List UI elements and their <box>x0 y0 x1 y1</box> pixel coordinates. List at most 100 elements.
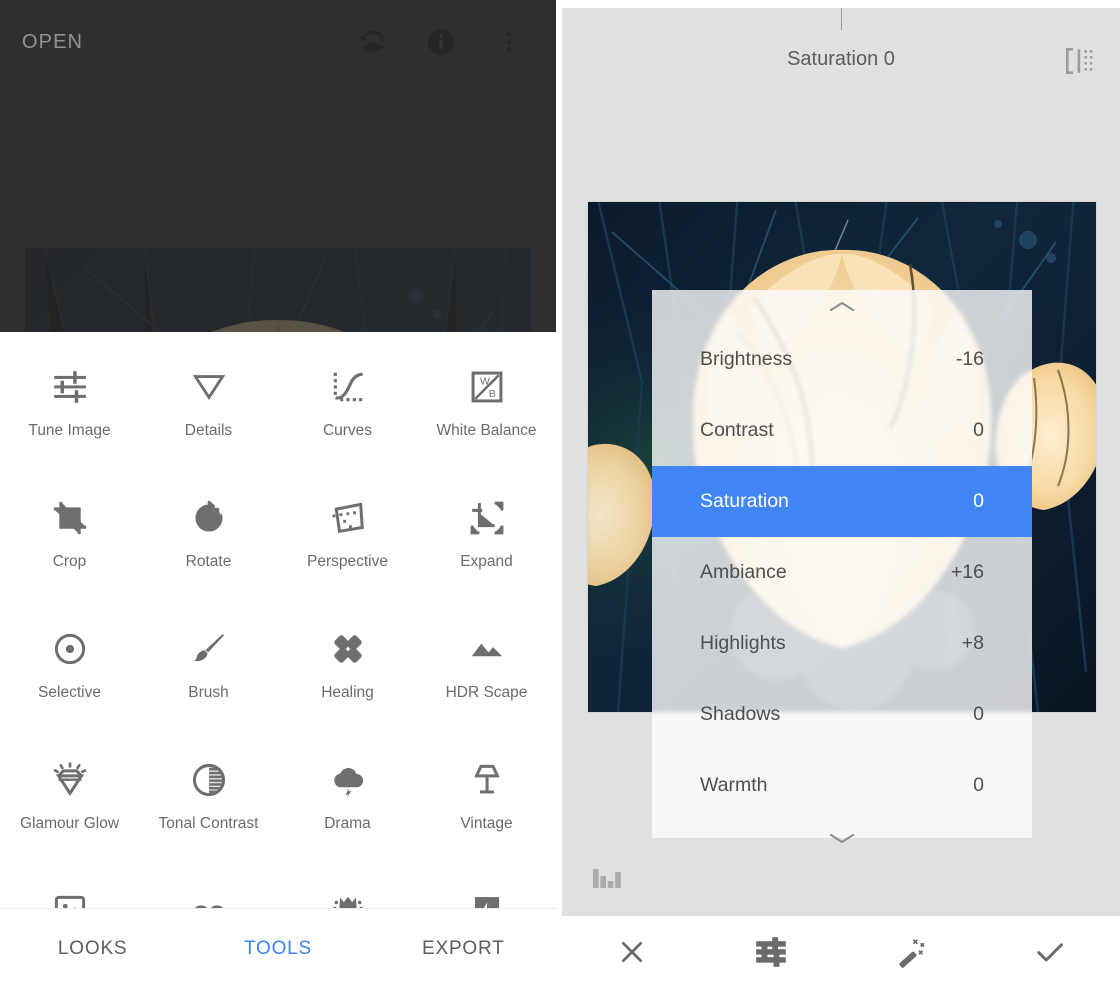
histogram-icon[interactable] <box>592 864 626 892</box>
tool-label: Perspective <box>307 553 388 570</box>
tool-expand[interactable]: Expand <box>417 477 556 608</box>
white-balance-icon: W B <box>468 368 506 414</box>
gem-sparkle-icon <box>51 761 89 807</box>
adjustment-name: Ambiance <box>700 561 787 583</box>
adjust-button[interactable] <box>702 936 842 968</box>
adjustment-name: Warmth <box>700 774 768 796</box>
tool-hdr-scape[interactable]: HDR Scape <box>417 608 556 739</box>
tool-label: Selective <box>38 684 101 701</box>
adjustment-row-contrast[interactable]: Contrast 0 <box>652 395 1032 466</box>
moustache-icon <box>190 892 228 908</box>
adjustment-name: Shadows <box>700 703 781 725</box>
flower-photo-left <box>25 248 531 332</box>
tool-drama[interactable]: Drama <box>278 739 417 870</box>
selective-target-icon <box>51 630 89 676</box>
expand-icon <box>468 499 506 545</box>
left-bottom-nav: LOOKS TOOLS EXPORT <box>0 908 556 988</box>
left-preview-area: OPEN <box>0 0 556 332</box>
sliders-icon <box>755 936 787 968</box>
tool-glamour-glow[interactable]: Glamour Glow <box>0 739 139 870</box>
tool-label: HDR Scape <box>445 684 528 701</box>
tool-vintage[interactable]: Vintage <box>417 739 556 870</box>
svg-text:B: B <box>488 389 495 400</box>
adjustment-row-shadows[interactable]: Shadows 0 <box>652 679 1032 750</box>
healing-bandage-icon <box>329 630 367 676</box>
rotate-icon <box>190 499 228 545</box>
chevron-down-icon[interactable] <box>652 821 1032 855</box>
tool-tune-image[interactable]: Tune Image <box>0 346 139 477</box>
tool-crop[interactable]: Crop <box>0 477 139 608</box>
tool-brush[interactable]: Brush <box>139 608 278 739</box>
checkmark-icon <box>1034 936 1066 968</box>
tab-export[interactable]: EXPORT <box>371 938 556 960</box>
adjustment-row-brightness[interactable]: Brightness -16 <box>652 324 1032 395</box>
info-icon[interactable] <box>424 25 458 59</box>
tool-healing[interactable]: Healing <box>278 608 417 739</box>
tool-label: Rotate <box>185 553 232 570</box>
tool-double-exposure[interactable] <box>417 870 556 908</box>
right-panel-tune-image-screen: Saturation 0 Brightness -16 Contrast 0 S… <box>562 0 1120 988</box>
tool-retrolux[interactable] <box>139 870 278 908</box>
tool-label: Vintage <box>460 815 513 832</box>
adjustments-list: Brightness -16 Contrast 0 Saturation 0 A… <box>652 324 1032 821</box>
cancel-button[interactable] <box>562 937 702 967</box>
adjustment-row-ambiance[interactable]: Ambiance +16 <box>652 537 1032 608</box>
tool-selective[interactable]: Selective <box>0 608 139 739</box>
half-circle-contrast-icon <box>190 761 228 807</box>
tool-label: Curves <box>322 422 373 439</box>
right-bottom-toolbar <box>562 916 1120 988</box>
tools-grid: Tune Image Details Curves W B White Bala… <box>0 332 556 908</box>
adjustment-name: Saturation <box>700 490 789 512</box>
compare-before-after-icon[interactable] <box>1062 46 1096 76</box>
adjustment-name: Highlights <box>700 632 786 654</box>
close-x-icon <box>617 937 647 967</box>
grunge-icon <box>329 892 367 908</box>
tool-details[interactable]: Details <box>139 346 278 477</box>
curve-icon <box>329 368 367 414</box>
tool-grunge[interactable] <box>278 870 417 908</box>
tool-label: Drama <box>324 815 371 832</box>
adjustment-value: -16 <box>955 348 984 370</box>
open-button[interactable]: OPEN <box>22 31 83 54</box>
adjustment-row-saturation[interactable]: Saturation 0 <box>652 466 1032 537</box>
storm-cloud-icon <box>329 761 367 807</box>
tab-tools[interactable]: TOOLS <box>185 938 370 960</box>
snapseed-screenshot: OPEN Tune Image Details Curves W B White… <box>0 0 1120 988</box>
adjustments-menu[interactable]: Brightness -16 Contrast 0 Saturation 0 A… <box>652 290 1032 844</box>
left-top-bar: OPEN <box>0 0 556 84</box>
adjustment-name: Brightness <box>700 348 793 370</box>
svg-text:W: W <box>480 376 490 387</box>
slider-center-tick <box>841 8 842 30</box>
perspective-icon <box>329 499 367 545</box>
magic-wand-icon <box>895 936 927 968</box>
tool-white-balance[interactable]: W B White Balance <box>417 346 556 477</box>
auto-button[interactable] <box>841 936 981 968</box>
tool-label: Tonal Contrast <box>158 815 259 832</box>
tool-label: Details <box>184 422 233 439</box>
overflow-menu-icon[interactable] <box>492 25 526 59</box>
double-exposure-icon <box>468 892 506 908</box>
mountains-icon <box>468 630 506 676</box>
tool-curves[interactable]: Curves <box>278 346 417 477</box>
adjustment-value: 0 <box>973 774 984 796</box>
chevron-up-icon[interactable] <box>652 290 1032 324</box>
undo-stack-icon[interactable] <box>356 25 390 59</box>
tool-grainy-film[interactable] <box>0 870 139 908</box>
brush-icon <box>190 630 228 676</box>
tab-looks[interactable]: LOOKS <box>0 938 185 960</box>
active-adjustment-title: Saturation 0 <box>787 48 895 70</box>
tool-tonal-contrast[interactable]: Tonal Contrast <box>139 739 278 870</box>
tool-perspective[interactable]: Perspective <box>278 477 417 608</box>
tool-rotate[interactable]: Rotate <box>139 477 278 608</box>
adjustment-value: 0 <box>973 419 984 441</box>
adjustment-name: Contrast <box>700 419 774 441</box>
adjustment-row-highlights[interactable]: Highlights +8 <box>652 608 1032 679</box>
adjustment-row-warmth[interactable]: Warmth 0 <box>652 750 1032 821</box>
editor-canvas: Saturation 0 Brightness -16 Contrast 0 S… <box>562 8 1120 916</box>
left-photo-thumbnail <box>25 248 531 332</box>
apply-button[interactable] <box>981 936 1120 968</box>
crop-icon <box>51 499 89 545</box>
triangle-down-icon <box>190 368 228 414</box>
tool-label: Tune Image <box>28 422 111 439</box>
left-panel-tools-screen: OPEN Tune Image Details Curves W B White… <box>0 0 556 988</box>
